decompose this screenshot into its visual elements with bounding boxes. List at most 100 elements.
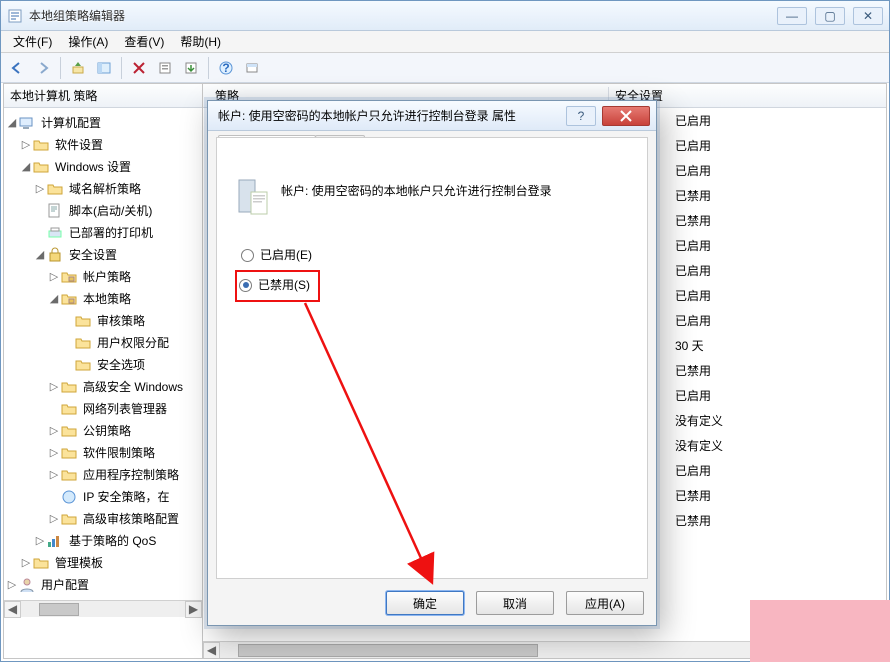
list-value: 已禁用 [663,212,886,229]
tree-node-adv-audit[interactable]: ▷高级审核策略配置 [6,508,202,530]
folder-lock-icon [75,357,91,373]
script-icon [47,203,63,219]
tree-node-software-settings[interactable]: ▷软件设置 [6,134,202,156]
tree: ◢计算机配置 ▷软件设置 ◢Windows 设置 ▷域名解析策略 脚本(启动/关… [4,108,202,600]
export-button[interactable] [179,56,203,80]
radio-enabled-dot[interactable] [241,249,254,262]
show-hide-tree-button[interactable] [92,56,116,80]
titlebar: 本地组策略编辑器 — ▢ ✕ [1,1,889,31]
tree-node-audit-policy[interactable]: 审核策略 [6,310,202,332]
list-value: 已启用 [663,137,886,154]
list-value: 已禁用 [663,512,886,529]
list-value: 已启用 [663,112,886,129]
tree-node-qos[interactable]: ▷基于策略的 QoS [6,530,202,552]
folder-icon [33,555,49,571]
menu-view[interactable]: 查看(V) [118,31,170,52]
tree-node-security-options[interactable]: 安全选项 [6,354,202,376]
folder-icon [61,467,77,483]
tree-node-dns-policy[interactable]: ▷域名解析策略 [6,178,202,200]
tree-node-local-policies[interactable]: ◢本地策略 [6,288,202,310]
list-value: 已启用 [663,162,886,179]
tree-header: 本地计算机 策略 [4,84,202,108]
policy-heading: 帐户: 使用空密码的本地帐户只允许进行控制台登录 [235,178,629,218]
dialog-title: 帐户: 使用空密码的本地帐户只允许进行控制台登录 属性 [218,107,566,124]
folder-icon [61,401,77,417]
svg-text:?: ? [222,61,229,75]
folder-lock-icon [61,269,77,285]
tree-node-computer-config[interactable]: ◢计算机配置 [6,112,202,134]
dialog-help-button[interactable]: ? [566,106,596,126]
properties-button[interactable] [153,56,177,80]
tree-node-software-restrict[interactable]: ▷软件限制策略 [6,442,202,464]
list-value: 已禁用 [663,362,886,379]
list-value: 已启用 [663,387,886,404]
highlight-box: 已禁用(S) [235,270,320,302]
folder-lock-icon [75,335,91,351]
folder-icon [61,511,77,527]
filter-button[interactable] [240,56,264,80]
user-icon [19,577,35,593]
tree-node-adv-firewall[interactable]: ▷高级安全 Windows [6,376,202,398]
up-button[interactable] [66,56,90,80]
tree-node-network-list[interactable]: 网络列表管理器 [6,398,202,420]
security-icon [47,247,63,263]
tree-node-admin-templates[interactable]: ▷管理模板 [6,552,202,574]
ok-button[interactable]: 确定 [386,591,464,615]
tree-pane: 本地计算机 策略 ◢计算机配置 ▷软件设置 ◢Windows 设置 ▷域名解析策… [3,83,203,659]
pink-overlay [750,600,890,662]
radio-enabled[interactable]: 已启用(E) [241,248,629,262]
cancel-button[interactable]: 取消 [476,591,554,615]
folder-icon [47,181,63,197]
dialog-titlebar[interactable]: 帐户: 使用空密码的本地帐户只允许进行控制台登录 属性 ? [208,101,656,131]
tree-node-user-rights[interactable]: 用户权限分配 [6,332,202,354]
menu-help[interactable]: 帮助(H) [174,31,227,52]
tree-node-app-control[interactable]: ▷应用程序控制策略 [6,464,202,486]
ipsec-icon [61,489,77,505]
tree-node-security-settings[interactable]: ◢安全设置 [6,244,202,266]
folder-open-icon [33,159,49,175]
tree-node-deployed-printers[interactable]: 已部署的打印机 [6,222,202,244]
forward-button[interactable] [31,56,55,80]
printer-icon [47,225,63,241]
list-value: 没有定义 [663,437,886,454]
list-value: 已启用 [663,312,886,329]
dialog-close-button[interactable] [602,106,650,126]
policy-name: 帐户: 使用空密码的本地帐户只允许进行控制台登录 [281,178,552,199]
tree-hscroll[interactable]: ◀▶ [4,600,202,617]
tree-node-public-key[interactable]: ▷公钥策略 [6,420,202,442]
list-value: 已启用 [663,262,886,279]
folder-icon [61,445,77,461]
minimize-button[interactable]: — [777,7,807,25]
close-button[interactable]: ✕ [853,7,883,25]
delete-button[interactable] [127,56,151,80]
folder-icon [33,137,49,153]
help-button[interactable]: ? [214,56,238,80]
list-value: 没有定义 [663,412,886,429]
tree-node-windows-settings[interactable]: ◢Windows 设置 [6,156,202,178]
toolbar: ? [1,53,889,83]
list-value: 已禁用 [663,187,886,204]
maximize-button[interactable]: ▢ [815,7,845,25]
back-button[interactable] [5,56,29,80]
folder-icon [61,423,77,439]
apply-button[interactable]: 应用(A) [566,591,644,615]
properties-dialog: 帐户: 使用空密码的本地帐户只允许进行控制台登录 属性 ? 本地安全设置 说明 … [207,100,657,626]
radio-disabled[interactable]: 已禁用(S) [239,278,310,292]
folder-lock-icon [61,291,77,307]
tree-node-account-policies[interactable]: ▷帐户策略 [6,266,202,288]
list-value: 已启用 [663,462,886,479]
tree-node-user-config[interactable]: ▷用户配置 [6,574,202,596]
menu-file[interactable]: 文件(F) [7,31,58,52]
radio-disabled-dot[interactable] [239,279,252,292]
window-title: 本地组策略编辑器 [29,7,777,24]
app-icon [7,8,23,24]
menubar: 文件(F) 操作(A) 查看(V) 帮助(H) [1,31,889,53]
qos-icon [47,533,63,549]
menu-action[interactable]: 操作(A) [62,31,114,52]
folder-icon [61,379,77,395]
list-value: 30 天 [663,337,886,354]
tree-node-scripts[interactable]: 脚本(启动/关机) [6,200,202,222]
folder-lock-icon [75,313,91,329]
tree-node-ipsec[interactable]: IP 安全策略，在 [6,486,202,508]
list-value: 已禁用 [663,487,886,504]
